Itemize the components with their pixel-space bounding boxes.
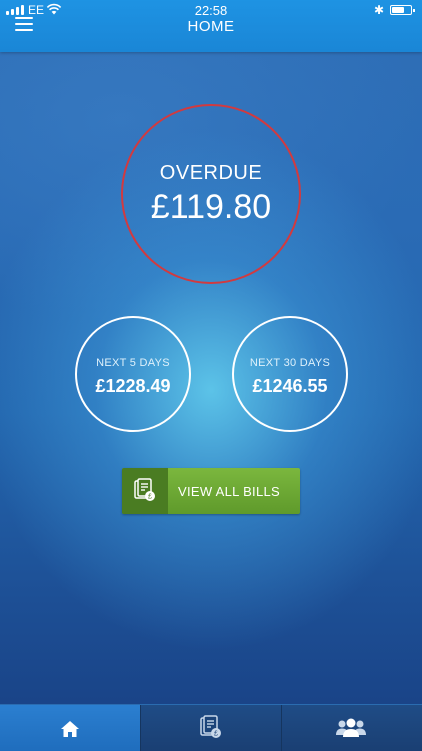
next-30-days-label: NEXT 30 DAYS — [249, 357, 331, 369]
next-30-days-summary[interactable]: NEXT 30 DAYS £1246.55 — [232, 316, 348, 432]
svg-text:£: £ — [214, 731, 218, 738]
next-30-days-amount: £1246.55 — [252, 376, 328, 396]
tab-contacts[interactable] — [281, 705, 422, 751]
status-bar: EE 22:58 ✱ — [0, 0, 422, 20]
battery-icon — [390, 5, 415, 15]
page-title: HOME — [187, 18, 235, 35]
top-bar: EE 22:58 ✱ HOME — [0, 0, 422, 52]
next-5-days-summary[interactable]: NEXT 5 DAYS £1228.49 — [75, 316, 191, 432]
view-all-bills-icon-box: £ — [122, 468, 168, 514]
group-icon — [336, 718, 366, 737]
view-all-bills-label: VIEW ALL BILLS — [178, 484, 280, 499]
bottom-tab-bar: £ — [0, 704, 422, 751]
next-5-days-label: NEXT 5 DAYS — [96, 357, 170, 369]
tab-bills[interactable]: £ — [140, 705, 282, 751]
bluetooth-icon: ✱ — [374, 3, 385, 17]
overdue-label: OVERDUE — [159, 162, 263, 184]
overdue-summary[interactable]: OVERDUE £119.80 — [121, 104, 301, 284]
overdue-amount: £119.80 — [150, 188, 272, 226]
bills-icon: £ — [134, 478, 155, 501]
view-all-bills-button[interactable]: £ VIEW ALL BILLS — [122, 468, 300, 514]
home-icon — [61, 721, 79, 737]
svg-text:£: £ — [148, 494, 152, 501]
next-5-days-amount: £1228.49 — [95, 376, 171, 396]
bills-icon: £ — [200, 715, 221, 738]
status-time: 22:58 — [194, 3, 228, 18]
tab-home[interactable] — [0, 705, 140, 751]
